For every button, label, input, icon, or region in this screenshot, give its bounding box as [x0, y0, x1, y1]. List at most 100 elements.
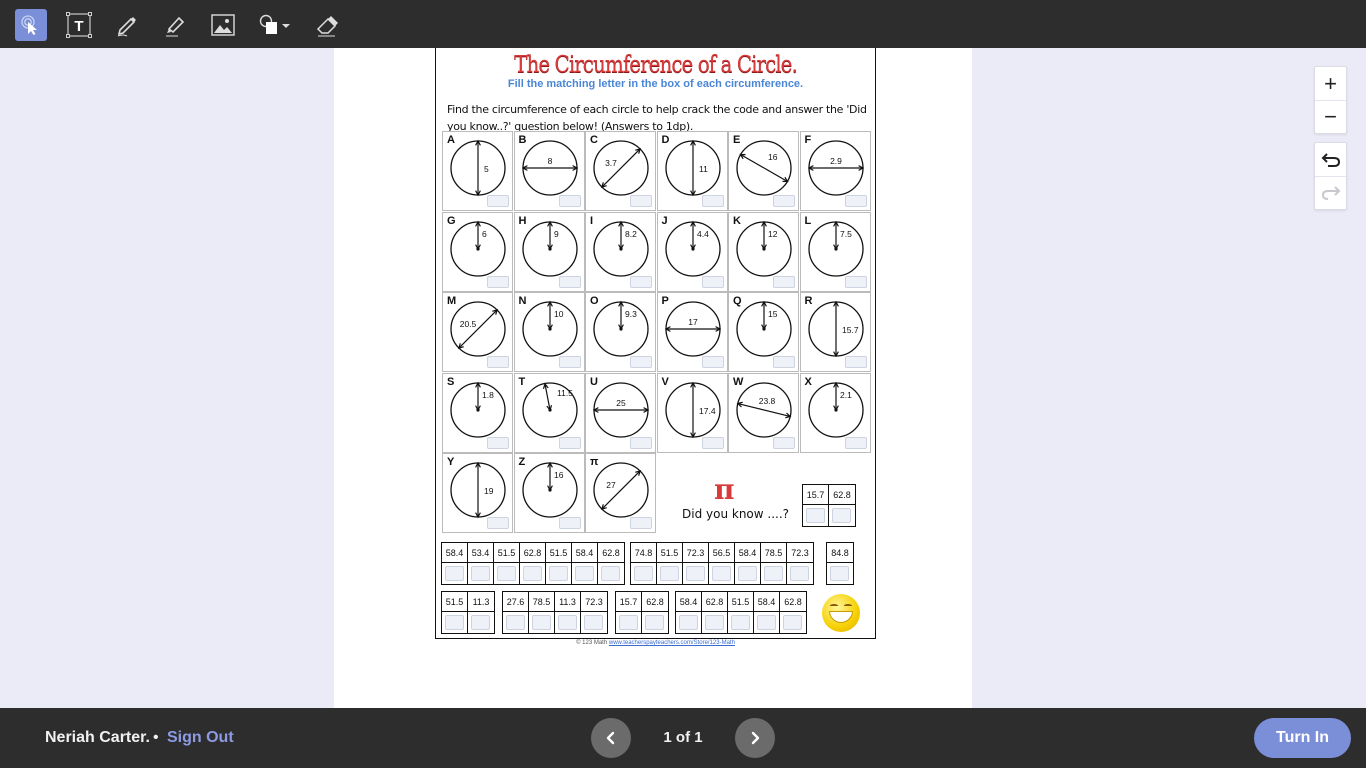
- answer-input-box[interactable]: [558, 436, 581, 449]
- answer-input-box[interactable]: [630, 356, 652, 368]
- circle-letter: G: [447, 214, 456, 227]
- code-letter-input[interactable]: [712, 566, 731, 581]
- answer-input-box[interactable]: [487, 195, 509, 207]
- code-letter-input[interactable]: [506, 615, 525, 630]
- shape-tool-button[interactable]: [258, 9, 294, 41]
- eraser-tool-button[interactable]: [311, 9, 343, 41]
- answer-input-box[interactable]: [487, 356, 509, 368]
- pen-tool-button[interactable]: [111, 9, 143, 41]
- code-letter-input[interactable]: [679, 615, 698, 630]
- answer-input-box[interactable]: [773, 436, 795, 449]
- answer-input-box[interactable]: [487, 275, 509, 288]
- select-tool-button[interactable]: [15, 9, 47, 41]
- answer-input-box[interactable]: [844, 436, 867, 449]
- circle-question-cell: 19 Y: [442, 453, 513, 533]
- center-point: [547, 246, 552, 251]
- circle-question-cell: 5A: [442, 131, 513, 211]
- undo-button[interactable]: [1315, 143, 1346, 176]
- next-page-button[interactable]: [735, 718, 775, 758]
- text-tool-button[interactable]: T: [63, 9, 95, 41]
- code-letter-input[interactable]: [523, 566, 542, 581]
- previous-page-button[interactable]: [591, 718, 631, 758]
- code-letter-input[interactable]: [757, 615, 776, 630]
- zoom-in-button[interactable]: +: [1315, 67, 1346, 100]
- credit-link[interactable]: www.teacherspayteachers.com/Store/123-Ma…: [609, 640, 735, 646]
- measurement-label: 7.5: [840, 229, 852, 239]
- center-point: [619, 327, 623, 331]
- answer-input-box[interactable]: [773, 275, 795, 288]
- code-letter-input[interactable]: [783, 615, 802, 630]
- image-tool-button[interactable]: [207, 9, 239, 41]
- code-letter-input[interactable]: [660, 566, 679, 581]
- sign-out-link[interactable]: Sign Out: [167, 729, 234, 747]
- measurement-label: 3.7: [605, 158, 617, 168]
- code-letter-input[interactable]: [575, 566, 594, 581]
- code-letter-input[interactable]: [584, 615, 603, 630]
- answer-input-box[interactable]: [558, 195, 581, 207]
- code-word-group: 74.8 51.5 72.3 56.5 58.4 78.5 72.3: [630, 542, 814, 585]
- answer-input-box[interactable]: [558, 517, 581, 529]
- code-value: 72.3: [581, 592, 607, 612]
- code-letter-input[interactable]: [764, 566, 783, 581]
- answer-input-box[interactable]: [701, 275, 724, 288]
- answer-input-box[interactable]: [630, 517, 652, 529]
- code-letter-input[interactable]: [549, 566, 568, 581]
- code-value: 74.8: [631, 543, 656, 563]
- code-letter-input[interactable]: [445, 566, 464, 581]
- measurement-label: 16: [768, 152, 778, 162]
- answer-input-box[interactable]: [844, 275, 867, 288]
- circle-question-cell: 10 N: [513, 292, 585, 372]
- text-box-icon: T: [66, 12, 92, 38]
- answer-input-box[interactable]: [558, 275, 581, 288]
- answer-input-box[interactable]: [773, 356, 795, 368]
- code-cell: 51.5: [728, 592, 754, 633]
- circle-question-cell: 8.2 I: [585, 211, 656, 292]
- code-value: 62.8: [829, 485, 855, 505]
- code-cell: 15.7: [616, 592, 642, 633]
- answer-input-box[interactable]: [487, 436, 509, 449]
- code-letter-input[interactable]: [806, 508, 825, 523]
- code-value: 51.5: [546, 543, 571, 563]
- answer-input-box[interactable]: [844, 195, 867, 207]
- circle-letter: N: [518, 295, 527, 307]
- code-letter-input[interactable]: [645, 615, 664, 630]
- answer-input-box[interactable]: [701, 356, 724, 368]
- user-name: Neriah Carter.: [45, 729, 150, 746]
- code-letter-input[interactable]: [634, 566, 653, 581]
- circle-letter: D: [661, 134, 670, 146]
- code-letter-input[interactable]: [497, 566, 516, 581]
- answer-input-box[interactable]: [630, 436, 652, 449]
- answer-input-box[interactable]: [630, 275, 652, 288]
- turn-in-button[interactable]: Turn In: [1254, 718, 1351, 758]
- code-letter-input[interactable]: [601, 566, 620, 581]
- zoom-out-button[interactable]: −: [1315, 100, 1346, 133]
- redo-button[interactable]: [1315, 176, 1346, 209]
- code-letter-input[interactable]: [471, 615, 490, 630]
- code-letter-input[interactable]: [705, 615, 724, 630]
- code-letter-input[interactable]: [445, 615, 464, 630]
- circle-letter: Q: [733, 295, 742, 307]
- code-letter-input[interactable]: [619, 615, 638, 630]
- circle-letter: B: [518, 134, 527, 146]
- highlighter-tool-button[interactable]: [159, 9, 191, 41]
- code-letter-input[interactable]: [731, 615, 750, 630]
- code-letter-input[interactable]: [830, 566, 849, 581]
- code-letter-input[interactable]: [832, 508, 851, 523]
- answer-input-box[interactable]: [844, 356, 867, 368]
- answer-input-box[interactable]: [701, 195, 724, 207]
- answer-input-box[interactable]: [558, 356, 581, 368]
- answer-input-box[interactable]: [487, 517, 509, 529]
- measurement-label: 2.9: [830, 156, 842, 166]
- code-letter-input[interactable]: [532, 615, 551, 630]
- code-value: 56.5: [709, 543, 734, 563]
- code-value: 72.3: [787, 543, 813, 563]
- answer-input-box[interactable]: [701, 436, 724, 449]
- code-letter-input[interactable]: [471, 566, 490, 581]
- answer-input-box[interactable]: [630, 195, 652, 207]
- answer-input-box[interactable]: [773, 195, 795, 207]
- code-letter-input[interactable]: [558, 615, 577, 630]
- code-letter-input[interactable]: [686, 566, 705, 581]
- code-letter-input[interactable]: [790, 566, 809, 581]
- circle-question-cell: 12 K: [728, 211, 799, 292]
- code-letter-input[interactable]: [738, 566, 757, 581]
